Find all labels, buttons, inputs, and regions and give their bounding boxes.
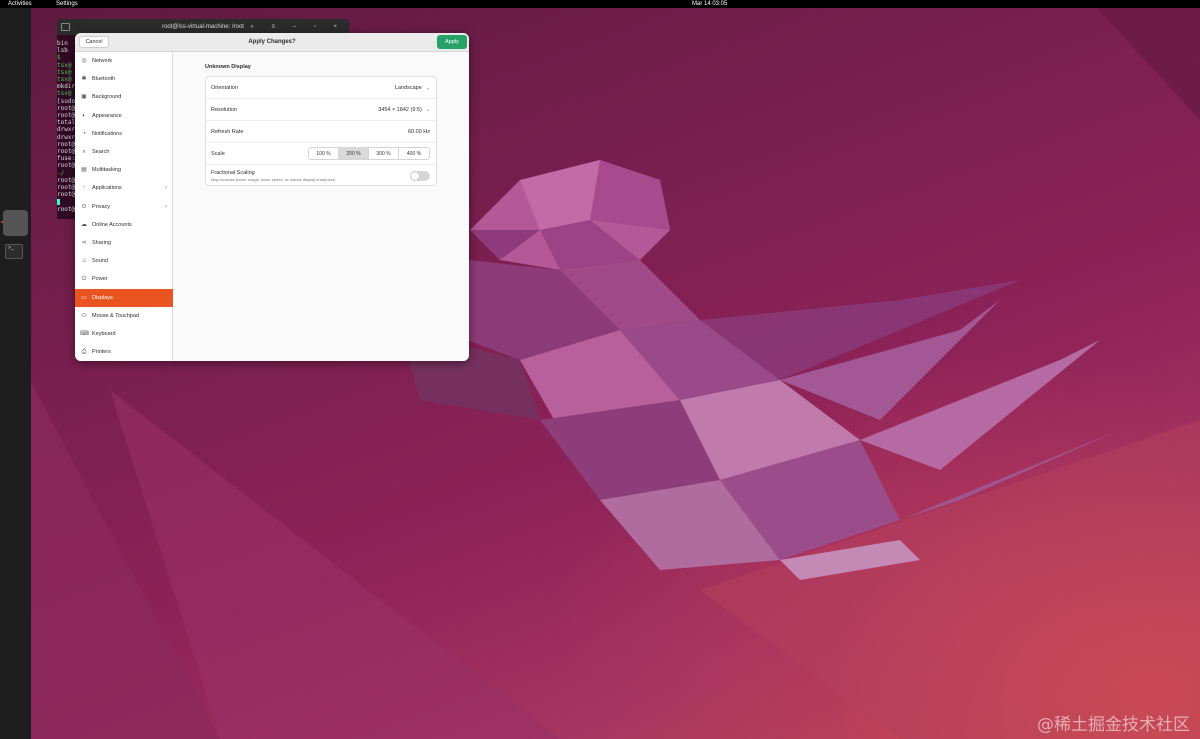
chevron-down-icon: ⌄ xyxy=(425,107,430,113)
sidebar-item-label: Printers xyxy=(92,349,111,356)
scale-option-300[interactable]: 300 % xyxy=(369,148,399,159)
chevron-right-icon: › xyxy=(165,185,167,192)
app-menu[interactable]: Settings xyxy=(56,0,78,8)
sidebar-item-label: Multitasking xyxy=(92,167,122,174)
displays-panel: Unknown Display Orientation Landscape ⌄ R… xyxy=(173,52,469,361)
sidebar-item-label: Network xyxy=(92,58,113,64)
sidebar-item-privacy[interactable]: ⊙ Privacy › xyxy=(75,198,173,216)
clock[interactable]: Mar 14 03:05 xyxy=(692,0,727,8)
power-icon: ⏻ xyxy=(81,276,87,283)
keyboard-icon: ⌨ xyxy=(80,331,89,337)
sidebar-item-sound[interactable]: ♫ Sound xyxy=(75,252,173,270)
sidebar-item-multitasking[interactable]: ▤ Multitasking xyxy=(75,161,173,179)
sidebar-item-notifications[interactable]: ◔ Notifications xyxy=(75,125,173,143)
sidebar-item-search[interactable]: ⌕ Search xyxy=(75,143,173,161)
sidebar-item-label: Power xyxy=(92,276,108,283)
cancel-button[interactable]: Cancel xyxy=(79,36,109,48)
display-settings-card: Orientation Landscape ⌄ Resolution 3454 ×… xyxy=(205,76,437,186)
sidebar-item-online-accounts[interactable]: ☁ Online Accounts xyxy=(75,216,173,234)
music-note-icon: ♫ xyxy=(81,258,87,265)
new-tab-icon[interactable] xyxy=(61,23,70,31)
scale-option-200[interactable]: 200 % xyxy=(339,148,369,159)
share-icon: ⋖ xyxy=(81,240,87,246)
running-indicator xyxy=(1,221,3,223)
sidebar-item-label: Online Accounts xyxy=(92,221,132,228)
activities-button[interactable]: Activities xyxy=(8,0,32,8)
fractional-scaling-description: May increase power usage, lower speed, o… xyxy=(211,177,336,182)
resolution-row[interactable]: Resolution 3454 × 1842 (9:5) ⌄ xyxy=(206,99,436,121)
display-icon: ▭ xyxy=(81,294,87,301)
orientation-row[interactable]: Orientation Landscape ⌄ xyxy=(206,77,436,99)
sidebar-item-label: Appearance xyxy=(92,112,122,119)
search-icon: ⌕ xyxy=(82,149,86,155)
header-title: Apply Changes? xyxy=(248,39,296,45)
sidebar-item-label: Search xyxy=(92,149,110,155)
scale-option-400[interactable]: 400 % xyxy=(399,148,429,159)
scale-selector: 100 % 200 % 300 % 400 % xyxy=(308,147,430,160)
sidebar-item-label: Notifications xyxy=(92,130,122,137)
printer-icon: ⎙ xyxy=(81,349,87,356)
scale-option-100[interactable]: 100 % xyxy=(309,148,339,159)
appearance-icon: ◐ xyxy=(82,112,86,119)
terminal-cursor xyxy=(57,198,60,205)
toggle-knob xyxy=(411,172,419,180)
sidebar-item-label: Mouse & Touchpad xyxy=(92,312,139,319)
chevron-right-icon: › xyxy=(165,203,167,210)
resolution-value: 3454 × 1842 (9:5) xyxy=(378,107,422,113)
refresh-rate-row[interactable]: Refresh Rate 60.00 Hz xyxy=(206,121,436,143)
sidebar-item-label: Displays xyxy=(92,294,113,301)
sidebar-item-sharing[interactable]: ⋖ Sharing xyxy=(75,234,173,252)
sidebar-item-appearance[interactable]: ◐ Appearance xyxy=(75,107,173,125)
orientation-dropdown[interactable]: Landscape ⌄ xyxy=(395,77,430,99)
bell-icon: ◔ xyxy=(82,130,86,137)
resolution-dropdown[interactable]: 3454 × 1842 (9:5) ⌄ xyxy=(378,99,430,121)
terminal-title: root@lss-virtual-machine: /root xyxy=(162,24,244,30)
dock: >_ xyxy=(0,8,31,739)
fractional-scaling-label: Fractional Scaling xyxy=(211,170,255,176)
fractional-scaling-toggle[interactable] xyxy=(410,171,430,181)
watermark: @稀土掘金技术社区 xyxy=(1037,715,1190,735)
dock-terminal-icon[interactable]: >_ xyxy=(5,244,23,259)
sidebar-item-mouse-and-touchpad[interactable]: ⬭ Mouse & Touchpad xyxy=(75,307,173,325)
sidebar-item-displays[interactable]: ▭ Displays xyxy=(75,288,173,307)
sidebar-item-label: Keyboard xyxy=(92,331,116,337)
refresh-rate-value: 60.00 Hz xyxy=(407,129,430,135)
sidebar-item-label: Background xyxy=(92,94,122,101)
dock-settings-icon[interactable] xyxy=(3,210,28,236)
sidebar-item-label: Applications xyxy=(92,185,122,192)
top-bar: Activities Settings Mar 14 03:05 xyxy=(0,0,1200,8)
sidebar-item-network[interactable]: ◎ Network xyxy=(75,52,173,70)
sidebar-item-label: Sharing xyxy=(92,240,111,246)
sidebar-item-background[interactable]: ▣ Background xyxy=(75,88,173,106)
sidebar-item-printers[interactable]: ⎙ Printers xyxy=(75,343,173,361)
fractional-scaling-row[interactable]: Fractional Scaling May increase power us… xyxy=(206,165,436,187)
orientation-label: Orientation xyxy=(211,85,238,91)
sidebar-item-label: Bluetooth xyxy=(92,76,116,83)
chevron-down-icon: ⌄ xyxy=(425,85,430,91)
display-name: Unknown Display xyxy=(205,64,251,70)
network-icon: ◎ xyxy=(81,58,87,64)
sidebar-item-power[interactable]: ⏻ Power xyxy=(75,270,173,288)
sidebar-item-label: Sound xyxy=(92,258,108,265)
sidebar-item-keyboard[interactable]: ⌨ Keyboard xyxy=(75,325,173,343)
orientation-value: Landscape xyxy=(394,85,422,91)
scale-row: Scale 100 % 200 % 300 % 400 % xyxy=(206,143,436,165)
sidebar-item-bluetooth[interactable]: ✱ Bluetooth xyxy=(75,70,173,88)
background-icon: ▣ xyxy=(81,94,87,101)
sidebar-item-label: Privacy xyxy=(92,203,111,210)
apply-button[interactable]: Apply xyxy=(437,35,467,49)
resolution-label: Resolution xyxy=(211,107,237,113)
lock-icon: ⊙ xyxy=(81,203,87,210)
settings-window: Cancel Apply Changes? Apply ◎ Network ✱ Blu… xyxy=(75,33,469,361)
applications-icon: ⁘ xyxy=(81,185,87,192)
bluetooth-icon: ✱ xyxy=(81,76,87,83)
mouse-icon: ⬭ xyxy=(81,312,87,319)
refresh-rate-label: Refresh Rate xyxy=(211,129,244,135)
settings-header: Cancel Apply Changes? Apply xyxy=(75,33,469,52)
scale-label: Scale xyxy=(211,151,225,157)
cloud-icon: ☁ xyxy=(81,221,87,228)
multitasking-icon: ▤ xyxy=(81,167,87,174)
settings-sidebar: ◎ Network ✱ Bluetooth ▣ Background ◐ Appearance… xyxy=(75,52,173,361)
sidebar-item-applications[interactable]: ⁘ Applications › xyxy=(75,179,173,197)
